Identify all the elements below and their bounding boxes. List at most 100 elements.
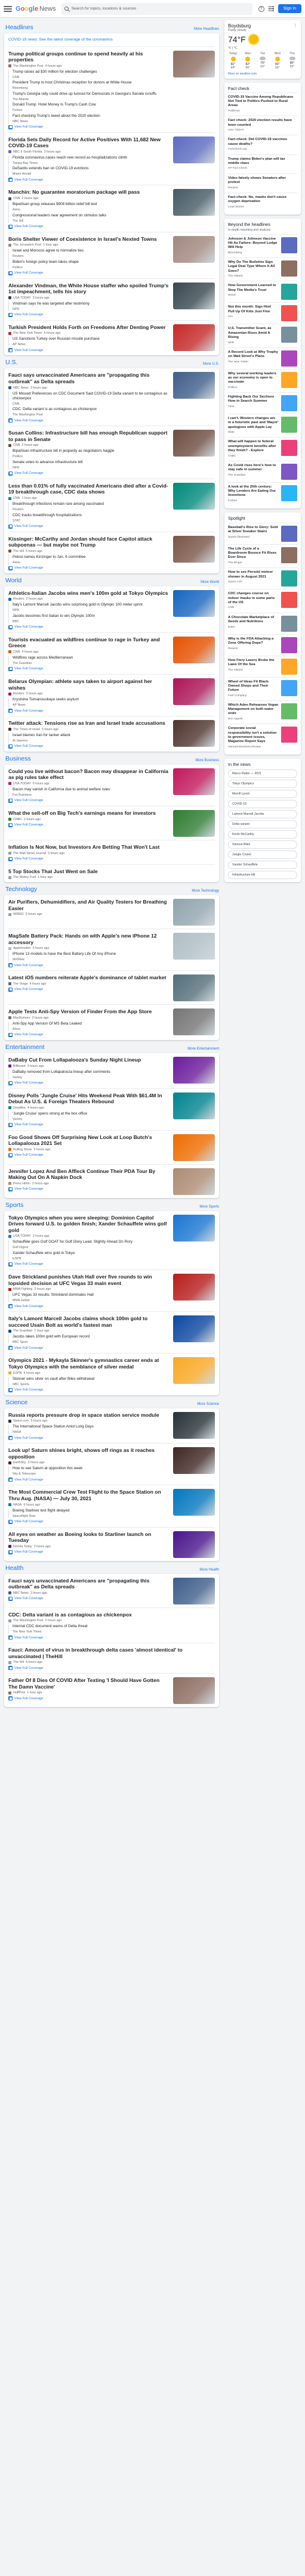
related-headline[interactable]: Congressional leaders near agreement on … <box>13 213 169 218</box>
story-thumbnail[interactable] <box>173 678 215 705</box>
related-headline[interactable]: Xander Schauffele wins gold in Tokyo <box>13 1251 169 1256</box>
side-story-headline[interactable]: What will happen to federal unemployment… <box>228 440 279 453</box>
source-name[interactable]: Fox Business <box>13 793 32 797</box>
related-headline[interactable]: Skinner wins silver on vault after Biles… <box>13 1377 169 1382</box>
source-name[interactable]: Rolling Stone <box>13 1148 32 1152</box>
source-name[interactable]: NBC News <box>13 386 29 390</box>
source-name[interactable]: Politico <box>13 455 23 458</box>
source-name[interactable]: Reuters <box>13 692 24 696</box>
side-story-headline[interactable]: A Record Look at Why Trophy on Wall Stre… <box>228 350 279 359</box>
story-thumbnail[interactable] <box>173 933 215 960</box>
source-name[interactable]: CNN <box>13 496 20 500</box>
topic-chip[interactable]: Infrastructure bill <box>228 870 297 879</box>
story-headline[interactable]: Belarus Olympian: athlete says taken to … <box>8 678 169 691</box>
related-headline[interactable]: Vindman says he was targeted after testi… <box>13 302 169 306</box>
source-name[interactable]: Perez Hilton <box>13 1182 30 1185</box>
full-coverage-link[interactable]: View Full Coverage <box>8 1187 169 1191</box>
story-thumbnail[interactable] <box>173 136 215 163</box>
story-headline[interactable]: Tourists evacuated as wildfires continue… <box>8 637 169 649</box>
side-story[interactable]: Trump claims Biden's plan will tax middl… <box>228 154 297 173</box>
source-name[interactable]: ESPN <box>13 1257 21 1261</box>
side-story-headline[interactable]: How to see Perseid meteor shower in Augu… <box>228 570 279 579</box>
weather-link[interactable]: More on weather.com <box>228 72 297 76</box>
story-headline[interactable]: Twitter attack: Tensions rise as Iran an… <box>8 720 169 727</box>
side-story[interactable]: The Life Cycle of a Boardroom Bounce Fit… <box>228 544 297 567</box>
source-name[interactable]: Variety <box>13 1118 22 1121</box>
full-coverage-link[interactable]: View Full Coverage <box>8 312 169 317</box>
more-section-link[interactable]: More U.S. <box>203 362 219 366</box>
source-name[interactable]: BBC Sport <box>13 1340 27 1344</box>
source-name[interactable]: ESPN <box>13 1371 21 1375</box>
side-story[interactable]: Baseball's Rise to Glory: Sold at Silver… <box>228 523 297 544</box>
full-coverage-link[interactable]: View Full Coverage <box>8 1696 169 1701</box>
story-headline[interactable]: Manchin: No guarantee moratorium package… <box>8 189 169 195</box>
more-section-link[interactable]: More Science <box>197 1402 219 1406</box>
story-headline[interactable]: Father Of 8 Dies Of COVID After Texting … <box>8 1677 169 1690</box>
source-name[interactable]: CNN <box>13 443 20 447</box>
source-name[interactable]: The Verge <box>13 982 27 986</box>
related-headline[interactable]: Boeing Starliner test flight delayed <box>13 1509 169 1513</box>
full-coverage-link[interactable]: View Full Coverage <box>8 987 169 992</box>
related-headline[interactable]: Bipartisan group releases $908 billion r… <box>13 202 169 207</box>
source-name[interactable]: The Guardian <box>13 1329 32 1333</box>
side-story-headline[interactable]: Fighting Back Our Sections How in Search… <box>228 395 279 404</box>
source-name[interactable]: CNN <box>13 402 19 406</box>
related-headline[interactable]: Senate votes to advance infrastructure b… <box>13 460 169 465</box>
related-headline[interactable]: UFC Vegas 33 results: Strickland dominat… <box>13 1293 169 1298</box>
full-coverage-link[interactable]: View Full Coverage <box>8 1519 169 1524</box>
story-thumbnail[interactable] <box>173 809 215 837</box>
source-name[interactable]: The New York Times <box>13 1630 42 1634</box>
section-title[interactable]: Sports <box>5 1202 23 1209</box>
side-story[interactable]: How Fiery Lasers Broke the Laws Of the S… <box>228 655 297 677</box>
source-name[interactable]: Al Jazeera <box>13 739 27 743</box>
story-headline[interactable]: Athletics-Italian Jacobs wins men's 100m… <box>8 590 169 597</box>
full-coverage-link[interactable]: View Full Coverage <box>8 1550 169 1554</box>
side-story[interactable]: How to see Perseid meteor shower in Augu… <box>228 567 297 589</box>
story-headline[interactable]: MagSafe Battery Pack: Hands on with Appl… <box>8 933 169 945</box>
story-thumbnail[interactable] <box>173 50 215 77</box>
related-headline[interactable]: DeSantis extends ban on COVID-19 evictio… <box>13 166 169 171</box>
source-name[interactable]: Reuters <box>13 508 24 511</box>
side-story[interactable]: Not this month: Sign Him! Pull Up Of Kid… <box>228 302 297 324</box>
story-headline[interactable]: Italy's Lamont Marcell Jacobs claims sho… <box>8 1315 169 1328</box>
story-headline[interactable]: Disney Polls 'Jungle Cruise' Hits Weeken… <box>8 1093 169 1105</box>
story-thumbnail[interactable] <box>173 1677 215 1705</box>
side-story-headline[interactable]: A Chocolate Marketplace of Seeds and Nut… <box>228 616 279 624</box>
source-name[interactable]: BBC <box>13 620 19 623</box>
story-headline[interactable]: Kissinger: McCarthy and Jordan should fa… <box>8 536 169 548</box>
source-name[interactable]: CNN <box>13 197 20 200</box>
source-name[interactable]: CNN <box>13 76 19 79</box>
source-name[interactable]: iMore <box>13 1028 20 1031</box>
source-name[interactable]: The Hill <box>13 1661 24 1664</box>
full-coverage-link[interactable]: View Full Coverage <box>8 666 169 671</box>
source-name[interactable]: The Washington Post <box>13 64 43 68</box>
full-coverage-link[interactable]: View Full Coverage <box>8 1122 169 1127</box>
related-headline[interactable]: Anti-Spy App Version Of MS Beta Leaked <box>13 1022 169 1026</box>
side-story[interactable]: Why Do The Bulletins Sign Legal Deal Typ… <box>228 257 297 281</box>
story-headline[interactable]: Tokyo Olympics when you were sleeping: D… <box>8 1215 169 1234</box>
story-thumbnail[interactable] <box>173 1447 215 1475</box>
source-name[interactable]: NBC Sports <box>13 1383 29 1386</box>
side-story-headline[interactable]: Corporate social responsibility isn't a … <box>228 727 279 744</box>
story-headline[interactable]: Latest iOS numbers reiterate Apple's dom… <box>8 974 169 981</box>
full-coverage-link[interactable]: View Full Coverage <box>8 418 169 423</box>
related-headline[interactable]: How to see Saturn at opposition this wee… <box>13 1466 169 1471</box>
source-name[interactable]: Spaceflight Now <box>13 1514 35 1518</box>
related-headline[interactable]: Donald Trump: Hotel Money Is Trump's Cas… <box>13 103 169 107</box>
full-coverage-link[interactable]: View Full Coverage <box>8 963 169 968</box>
story-headline[interactable]: What the sell-off on Big Tech's earnings… <box>8 810 169 817</box>
story-headline[interactable]: Apple Tests Anti-Spy Version of Finder F… <box>8 1008 169 1015</box>
source-name[interactable]: NPR <box>13 609 19 612</box>
source-name[interactable]: AppleInsider <box>13 946 30 950</box>
more-section-link[interactable]: More Sports <box>199 1205 219 1209</box>
side-story-headline[interactable]: I can't. Western changes are in a futuri… <box>228 417 279 430</box>
related-headline[interactable]: CDC tracks breakthrough hospitalizations <box>13 513 169 518</box>
side-story-headline[interactable]: As Covid rises here's how to stay safe i… <box>228 464 279 472</box>
side-story-headline[interactable]: How Fiery Lasers Broke the Laws Of the S… <box>228 659 279 667</box>
unit-toggle[interactable]: °F | °C <box>228 46 297 50</box>
source-name[interactable]: The New York Times <box>13 331 42 335</box>
related-headline[interactable]: Israel and Morocco agree to normalize ti… <box>13 249 169 253</box>
story-thumbnail[interactable] <box>173 1214 215 1242</box>
full-coverage-link[interactable]: View Full Coverage <box>8 471 169 476</box>
source-name[interactable]: WIRED <box>13 913 24 916</box>
